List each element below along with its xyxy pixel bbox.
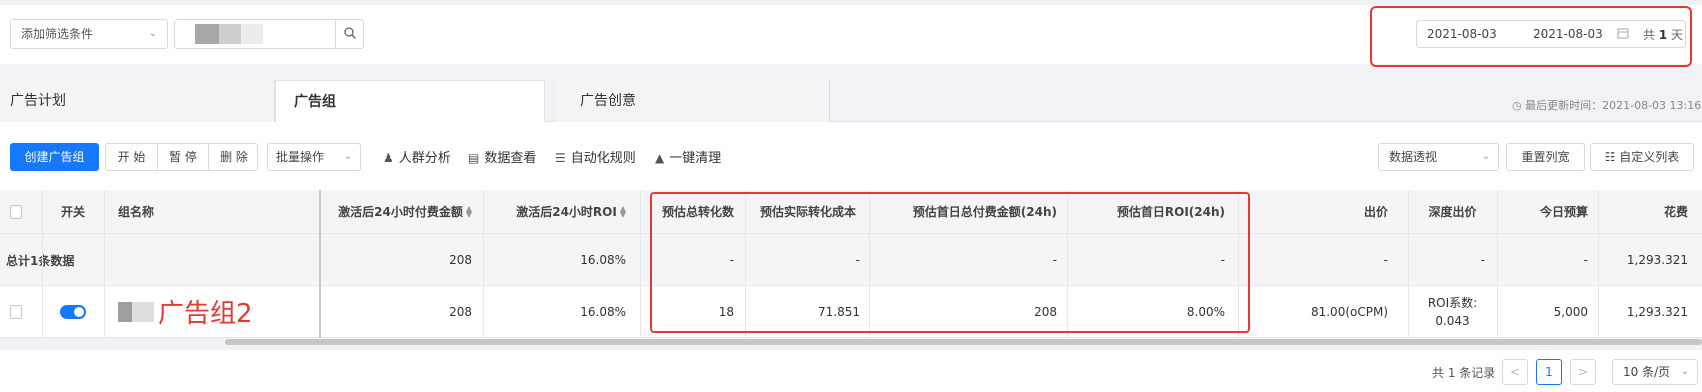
auto-rule-label: 自动化规则: [570, 151, 636, 166]
one-click-clean-button[interactable]: ▲ 一键清理: [655, 147, 721, 166]
prev-page-button[interactable]: <: [1502, 359, 1528, 385]
total-bid: -: [1383, 252, 1388, 267]
column-divider: [1598, 190, 1599, 338]
chevron-down-icon: ⌄: [148, 28, 157, 39]
tab-ad-plan[interactable]: 广告计划: [0, 80, 275, 122]
redacted-image: [132, 301, 154, 322]
batch-label: 批量操作: [276, 150, 325, 164]
page-1-button[interactable]: 1: [1536, 359, 1562, 385]
column-divider: [1497, 190, 1498, 338]
sort-icon[interactable]: ▲ ▼: [620, 204, 626, 218]
header-roi-24h[interactable]: 激活后24小时ROI ▲ ▼: [486, 190, 636, 233]
data-view-label: 数据查看: [484, 151, 537, 166]
total-pay-24h: 208: [449, 252, 472, 267]
redacted-text: [241, 24, 263, 44]
chevron-down-icon: ⌄: [1481, 151, 1490, 162]
last-update-text: 最后更新时间：2021-08-03 13:16: [1525, 99, 1702, 112]
header-pay-24h-label: 激活后24小时付费金额: [338, 205, 463, 219]
header-roi-24h-label: 激活后24小时ROI: [516, 205, 617, 219]
row-checkbox-cell: [0, 286, 32, 337]
bar-chart-icon: ▤: [468, 151, 480, 165]
status-toggle[interactable]: [60, 304, 86, 319]
list-icon: ☰: [555, 151, 566, 165]
row-spend: 1,293.321: [1626, 304, 1688, 319]
total-records: 共 1 条记录: [1432, 366, 1496, 380]
header-switch: 开关: [60, 205, 85, 219]
header-name: 组名称: [118, 205, 155, 219]
next-page-button[interactable]: >: [1570, 359, 1596, 385]
header-spend: 花费: [1663, 205, 1688, 219]
pause-button[interactable]: 暂 停: [157, 144, 208, 170]
deep-bid-label: ROI系数:: [1427, 295, 1478, 310]
row-checkbox[interactable]: [10, 304, 22, 319]
row-bid: 81.00(oCPM): [1310, 304, 1388, 319]
tab-ad-group[interactable]: 广告组: [275, 80, 545, 123]
estimate-columns-highlight-box: [650, 192, 1250, 333]
total-roi-24h: 16.08%: [580, 252, 626, 267]
clean-label: 一键清理: [669, 151, 722, 166]
clock-icon: ◷: [1512, 99, 1522, 112]
chevron-down-icon: ⌄: [1680, 366, 1689, 377]
user-icon: ♟: [383, 151, 394, 165]
header-pay-24h[interactable]: 激活后24小时付费金额 ▲ ▼: [322, 190, 482, 233]
custom-columns-button[interactable]: ☷ 自定义列表: [1590, 143, 1694, 171]
deep-bid-value: 0.043: [1435, 313, 1470, 328]
select-all-checkbox[interactable]: [10, 204, 22, 219]
redacted-text: [219, 24, 241, 44]
column-divider: [42, 190, 43, 338]
reset-column-width-button[interactable]: 重置列宽: [1506, 143, 1585, 171]
search-input[interactable]: [174, 19, 364, 49]
data-pivot-select[interactable]: 数据透视 ⌄: [1378, 143, 1499, 171]
row-roi-24h: 16.08%: [580, 304, 626, 319]
add-filter-select[interactable]: 添加筛选条件 ⌄: [10, 19, 168, 49]
row-pay-24h: 208: [449, 304, 472, 319]
horizontal-scrollbar[interactable]: [225, 339, 1702, 345]
automation-rules-button[interactable]: ☰ 自动化规则: [555, 147, 636, 166]
broom-icon: ▲: [655, 151, 665, 165]
search-icon: [344, 27, 356, 39]
row-today-budget: 5,000: [1553, 304, 1588, 319]
header-today-budget: 今日预算: [1539, 205, 1588, 219]
data-view-button[interactable]: ▤ 数据查看: [468, 147, 536, 166]
redacted-text: [195, 24, 219, 44]
total-spend: 1,293.321: [1626, 252, 1688, 267]
column-divider: [104, 190, 105, 338]
redacted-image: [118, 301, 132, 322]
tab-ad-creative[interactable]: 广告创意: [555, 80, 830, 122]
row-deep-bid: ROI系数: 0.043: [1410, 286, 1495, 337]
column-divider: [1408, 190, 1409, 338]
add-filter-label: 添加筛选条件: [21, 27, 94, 41]
header-bid: 出价: [1363, 205, 1388, 219]
total-deep-bid: -: [1480, 252, 1485, 267]
column-divider: [640, 190, 641, 338]
columns-icon: ☷: [1604, 150, 1620, 164]
ad-group-name[interactable]: 广告组2: [158, 293, 253, 330]
custom-columns-label: 自定义列表: [1619, 150, 1680, 164]
column-divider: [483, 190, 484, 338]
total-row-label: 总计1条数据: [6, 254, 75, 268]
tab-bar: 广告计划 广告组 广告创意: [0, 80, 1702, 123]
create-ad-group-button[interactable]: 创建广告组: [10, 143, 99, 171]
pivot-label: 数据透视: [1389, 150, 1438, 164]
start-button[interactable]: 开 始: [106, 144, 157, 170]
header-deep-bid: 深度出价: [1428, 205, 1477, 219]
header-checkbox-cell: [0, 190, 32, 233]
delete-button[interactable]: 删 除: [208, 144, 259, 170]
column-divider: [319, 190, 321, 338]
action-button-group: 开 始 暂 停 删 除: [105, 143, 258, 171]
search-button[interactable]: [335, 20, 363, 48]
crowd-label: 人群分析: [398, 151, 451, 166]
batch-operation-select[interactable]: 批量操作 ⌄: [267, 143, 361, 171]
sort-icon[interactable]: ▲ ▼: [466, 204, 472, 218]
page-size-label: 10 条/页: [1623, 365, 1671, 379]
last-update: ◷ 最后更新时间：2021-08-03 13:16: [1512, 97, 1701, 113]
row-name-cell[interactable]: 广告组2: [108, 286, 318, 337]
row-switch-cell: [42, 286, 104, 337]
crowd-analysis-button[interactable]: ♟ 人群分析: [383, 147, 451, 166]
date-highlight-box: [1370, 6, 1692, 67]
chevron-down-icon: ⌄: [343, 151, 352, 162]
page-size-select[interactable]: 10 条/页 ⌄: [1612, 359, 1698, 385]
total-today-budget: -: [1583, 252, 1588, 267]
